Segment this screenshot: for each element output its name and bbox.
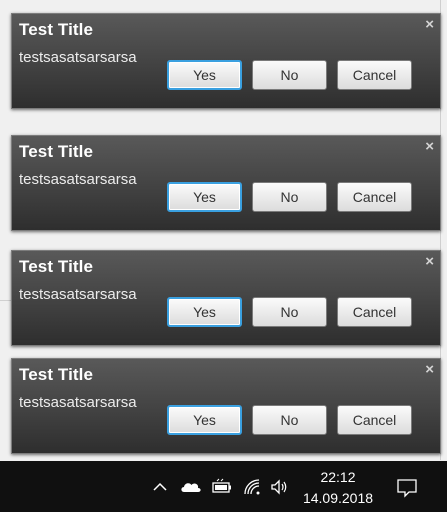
wifi-icon[interactable] <box>243 478 263 496</box>
close-icon[interactable]: × <box>425 253 434 271</box>
notification-title: Test Title <box>19 20 94 39</box>
action-center-icon[interactable] <box>396 477 418 499</box>
onedrive-cloud-icon[interactable] <box>179 478 203 496</box>
notification-message: testsasatsarsarsa <box>19 394 137 411</box>
notification-title: Test Title <box>19 142 94 161</box>
close-icon[interactable]: × <box>425 138 434 156</box>
battery-icon[interactable] <box>211 478 233 496</box>
notification-popup: Test Title testsasatsarsarsa × Yes No Ca… <box>11 13 441 109</box>
no-button[interactable]: No <box>252 297 327 327</box>
clock-time[interactable]: 22:12 <box>300 469 376 485</box>
cancel-button[interactable]: Cancel <box>337 60 412 90</box>
no-button[interactable]: No <box>252 60 327 90</box>
clock-date[interactable]: 14.09.2018 <box>300 490 376 506</box>
chevron-up-icon[interactable] <box>152 478 168 496</box>
notification-title: Test Title <box>19 365 94 384</box>
close-icon[interactable]: × <box>425 16 434 34</box>
close-icon[interactable]: × <box>425 361 434 379</box>
yes-button[interactable]: Yes <box>167 297 242 327</box>
cancel-button[interactable]: Cancel <box>337 297 412 327</box>
taskbar: 22:12 14.09.2018 <box>0 461 447 512</box>
notification-popup: Test Title testsasatsarsarsa × Yes No Ca… <box>11 358 441 454</box>
notification-message: testsasatsarsarsa <box>19 171 137 188</box>
notification-popup: Test Title testsasatsarsarsa × Yes No Ca… <box>11 135 441 231</box>
yes-button[interactable]: Yes <box>167 405 242 435</box>
notification-message: testsasatsarsarsa <box>19 286 137 303</box>
cancel-button[interactable]: Cancel <box>337 182 412 212</box>
notification-title: Test Title <box>19 257 94 276</box>
no-button[interactable]: No <box>252 405 327 435</box>
yes-button[interactable]: Yes <box>167 182 242 212</box>
notification-popup: Test Title testsasatsarsarsa × Yes No Ca… <box>11 250 441 346</box>
yes-button[interactable]: Yes <box>167 60 242 90</box>
volume-icon[interactable] <box>270 478 290 496</box>
notification-message: testsasatsarsarsa <box>19 49 137 66</box>
cancel-button[interactable]: Cancel <box>337 405 412 435</box>
no-button[interactable]: No <box>252 182 327 212</box>
